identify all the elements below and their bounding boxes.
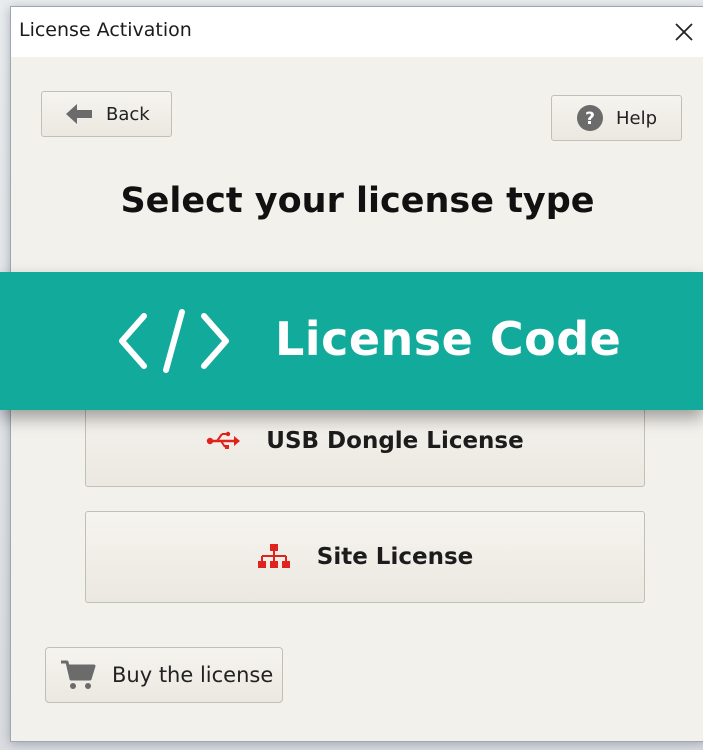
screen: License Activation Back ? Help Select yo… <box>0 0 703 750</box>
license-code-option[interactable]: License Code <box>0 272 703 410</box>
shopping-cart-icon <box>60 659 96 691</box>
license-code-label: License Code <box>275 312 622 366</box>
back-button[interactable]: Back <box>41 91 172 137</box>
site-license-label: Site License <box>316 544 474 570</box>
help-button[interactable]: ? Help <box>551 95 682 141</box>
question-circle-icon: ? <box>576 104 604 132</box>
help-button-label: Help <box>616 107 658 129</box>
code-brackets-icon <box>118 308 230 374</box>
back-button-label: Back <box>106 103 150 125</box>
buy-license-button[interactable]: Buy the license <box>45 647 283 703</box>
svg-text:?: ? <box>585 109 595 129</box>
usb-dongle-license-label: USB Dongle License <box>266 428 524 454</box>
close-button[interactable] <box>664 13 703 51</box>
usb-icon <box>206 430 241 452</box>
close-icon <box>675 23 693 41</box>
sitemap-icon <box>257 543 291 571</box>
site-license-button[interactable]: Site License <box>85 511 645 603</box>
page-title: Select your license type <box>120 181 595 221</box>
title-bar: License Activation <box>11 7 703 57</box>
buy-license-label: Buy the license <box>112 663 274 687</box>
window-title: License Activation <box>19 19 192 41</box>
arrow-left-icon <box>64 102 94 126</box>
